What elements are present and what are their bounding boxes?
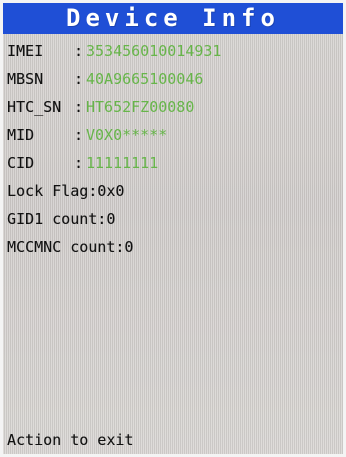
htc-sn-row: HTC_SN: HT652FZ00080 <box>7 93 343 121</box>
gid1-count-row: GID1 count:0 <box>7 210 116 228</box>
lock-flag-row: Lock Flag:0x0 <box>7 182 125 200</box>
device-info-list: IMEI:353456010014931 MBSN:40A9665100046 … <box>7 37 343 261</box>
cid-separator: : <box>74 154 84 172</box>
mbsn-label: MBSN <box>7 70 44 88</box>
imei-row: IMEI:353456010014931 <box>7 37 343 65</box>
imei-separator: : <box>74 42 84 60</box>
htc-sn-value: HT652FZ00080 <box>86 98 195 116</box>
mid-row: MID: V0X0***** <box>7 121 343 149</box>
imei-value: 353456010014931 <box>86 42 222 60</box>
cid-label: CID <box>7 154 35 172</box>
cid-row: CID:11111111 <box>7 149 343 177</box>
cid-value: 11111111 <box>86 154 159 172</box>
mccmnc-count-row: MCCMNC count:0 <box>7 238 134 256</box>
action-to-exit-text[interactable]: Action to exit <box>7 426 133 454</box>
mid-label: MID <box>7 126 35 144</box>
mbsn-value: 40A9665100046 <box>86 70 204 88</box>
mbsn-row: MBSN:40A9665100046 <box>7 65 343 93</box>
device-info-screen: Device Info IMEI:353456010014931 MBSN:40… <box>0 0 346 457</box>
mbsn-separator: : <box>74 70 84 88</box>
mid-separator: : <box>74 126 84 144</box>
htc-sn-label: HTC_SN <box>7 98 62 116</box>
imei-label: IMEI <box>7 42 44 60</box>
mid-value: V0X0***** <box>86 126 168 144</box>
htc-sn-separator: : <box>74 98 84 116</box>
screen-title: Device Info <box>3 3 343 34</box>
